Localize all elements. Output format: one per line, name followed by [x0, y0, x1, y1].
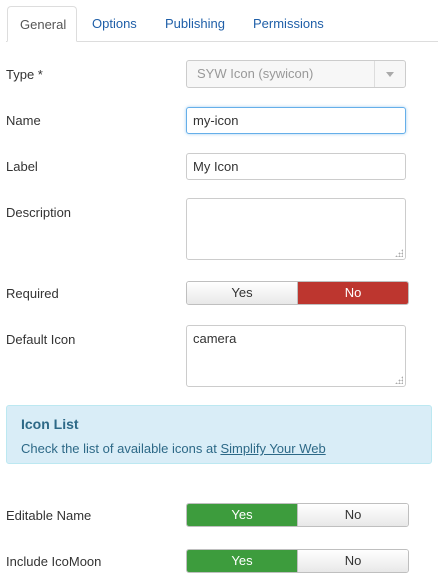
type-select: SYW Icon (sywicon): [186, 60, 406, 88]
tab-general[interactable]: General: [7, 6, 77, 42]
default-icon-label: Default Icon: [6, 332, 76, 347]
tab-permissions[interactable]: Permissions: [241, 6, 336, 42]
include-icomoon-toggle: Yes No: [186, 549, 409, 573]
name-input[interactable]: my-icon: [186, 107, 406, 134]
alert-text-body: Check the list of available icons at: [21, 441, 221, 456]
icon-list-alert: Icon List Check the list of available ic…: [6, 405, 432, 464]
required-label: Required: [6, 286, 59, 301]
required-no-button[interactable]: No: [298, 282, 408, 304]
resize-grip-icon[interactable]: [395, 376, 403, 384]
default-icon-value: camera: [193, 331, 237, 346]
include-icomoon-label: Include IcoMoon: [6, 554, 102, 569]
alert-title: Icon List: [21, 416, 79, 432]
simplify-your-web-link[interactable]: Simplify Your Web: [220, 441, 325, 456]
resize-grip-icon[interactable]: [395, 249, 403, 257]
editable-name-toggle: Yes No: [186, 503, 409, 527]
default-icon-textarea[interactable]: camera: [186, 325, 406, 387]
required-yes-button[interactable]: Yes: [187, 282, 298, 304]
tab-options[interactable]: Options: [80, 6, 149, 42]
include-icomoon-no-button[interactable]: No: [298, 550, 408, 572]
tab-publishing[interactable]: Publishing: [153, 6, 237, 42]
description-label: Description: [6, 205, 72, 220]
type-label: Type *: [6, 67, 43, 82]
editable-name-label: Editable Name: [6, 508, 92, 523]
include-icomoon-yes-button[interactable]: Yes: [187, 550, 298, 572]
alert-text: Check the list of available icons at Sim…: [21, 441, 326, 456]
tab-bar: General Options Publishing Permissions: [0, 0, 438, 42]
type-select-value: SYW Icon (sywicon): [197, 66, 314, 81]
editable-name-yes-button[interactable]: Yes: [187, 504, 298, 526]
chevron-down-icon: [386, 72, 394, 77]
required-toggle: Yes No: [186, 281, 409, 305]
name-label: Name: [6, 113, 41, 128]
editable-name-no-button[interactable]: No: [298, 504, 408, 526]
type-select-toggle: [374, 61, 405, 87]
description-textarea[interactable]: [186, 198, 406, 260]
label-input[interactable]: My Icon: [186, 153, 406, 180]
label-label: Label: [6, 159, 38, 174]
